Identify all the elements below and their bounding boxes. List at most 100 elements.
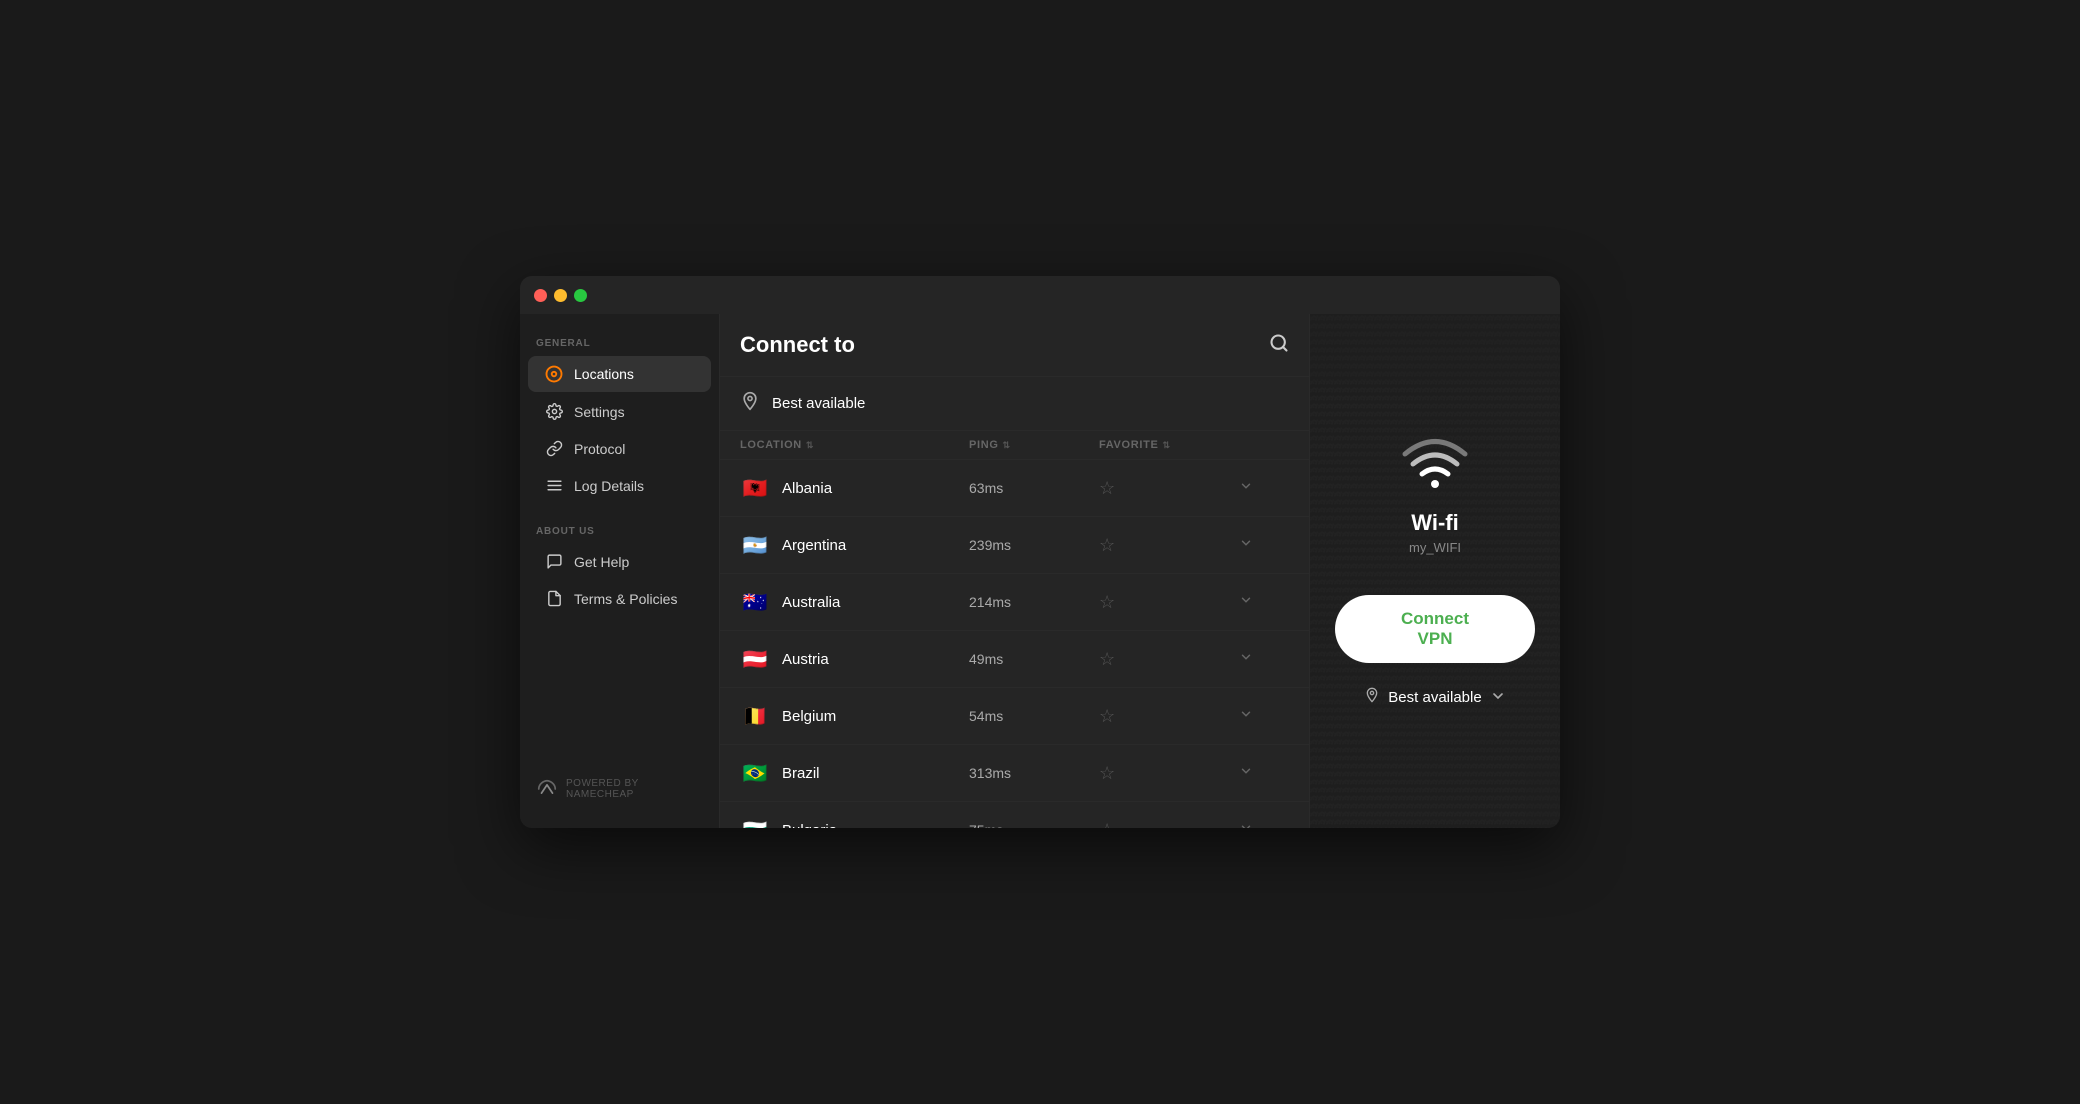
about-section-label: ABOUT US bbox=[520, 518, 719, 543]
favorite-sort-icon[interactable]: ⇅ bbox=[1162, 440, 1170, 451]
country-list: 🇦🇱 Albania 63ms ☆ 🇦🇷 Argentina 239ms bbox=[720, 460, 1309, 828]
expand-chevron-icon[interactable] bbox=[1239, 708, 1253, 724]
country-name-cell: 🇦🇱 Albania bbox=[740, 473, 969, 503]
location-panel: Connect to Best available bbox=[720, 314, 1310, 828]
ping-value: 239ms bbox=[969, 537, 1099, 553]
table-row[interactable]: 🇧🇬 Bulgaria 75ms ☆ bbox=[720, 802, 1309, 828]
favorite-star-icon[interactable]: ☆ bbox=[1099, 763, 1115, 783]
sidebar-item-terms[interactable]: Terms & Policies bbox=[528, 581, 711, 616]
col-header-favorite: FAVORITE ⇅ bbox=[1099, 439, 1239, 451]
expand-chevron-icon[interactable] bbox=[1239, 480, 1253, 496]
sidebar-item-protocol[interactable]: Protocol bbox=[528, 431, 711, 466]
favorite-cell: ☆ bbox=[1099, 649, 1239, 670]
flag-icon: 🇧🇷 bbox=[740, 758, 770, 788]
sidebar-item-log-details[interactable]: Log Details bbox=[528, 468, 711, 503]
connect-vpn-button[interactable]: Connect VPN bbox=[1335, 595, 1535, 663]
flag-icon: 🇦🇷 bbox=[740, 530, 770, 560]
col-header-location: LOCATION ⇅ bbox=[740, 439, 969, 451]
expand-chevron-icon[interactable] bbox=[1239, 822, 1253, 829]
favorite-star-icon[interactable]: ☆ bbox=[1099, 592, 1115, 612]
country-name: Argentina bbox=[782, 537, 846, 554]
ping-value: 313ms bbox=[969, 765, 1099, 781]
country-name: Australia bbox=[782, 594, 840, 611]
country-name: Albania bbox=[782, 480, 832, 497]
sidebar-item-protocol-label: Protocol bbox=[574, 441, 625, 457]
best-available-pin-icon bbox=[740, 391, 760, 416]
minimize-button[interactable] bbox=[554, 289, 567, 302]
favorite-star-icon[interactable]: ☆ bbox=[1099, 649, 1115, 669]
expand-chevron-icon[interactable] bbox=[1239, 765, 1253, 781]
sidebar-item-log-details-label: Log Details bbox=[574, 478, 644, 494]
traffic-lights bbox=[534, 289, 587, 302]
expand-cell bbox=[1239, 764, 1289, 783]
sidebar-item-settings[interactable]: Settings bbox=[528, 394, 711, 429]
location-sort-icon[interactable]: ⇅ bbox=[806, 440, 814, 451]
location-header: Connect to bbox=[720, 314, 1309, 377]
table-row[interactable]: 🇧🇪 Belgium 54ms ☆ bbox=[720, 688, 1309, 745]
country-name-cell: 🇦🇹 Austria bbox=[740, 644, 969, 674]
sidebar-item-locations[interactable]: Locations bbox=[528, 356, 711, 392]
favorite-star-icon[interactable]: ☆ bbox=[1099, 478, 1115, 498]
wifi-icon-area bbox=[1400, 434, 1470, 494]
location-pin-icon bbox=[1364, 687, 1380, 708]
table-row[interactable]: 🇦🇱 Albania 63ms ☆ bbox=[720, 460, 1309, 517]
best-available-row[interactable]: Best available bbox=[720, 377, 1309, 431]
country-name-cell: 🇧🇬 Bulgaria bbox=[740, 815, 969, 828]
flag-icon: 🇦🇹 bbox=[740, 644, 770, 674]
expand-chevron-icon[interactable] bbox=[1239, 537, 1253, 553]
favorite-cell: ☆ bbox=[1099, 478, 1239, 499]
app-window: GENERAL Locations Settings bbox=[520, 276, 1560, 828]
wifi-label: Wi-fi bbox=[1411, 510, 1458, 536]
maximize-button[interactable] bbox=[574, 289, 587, 302]
favorite-star-icon[interactable]: ☆ bbox=[1099, 535, 1115, 555]
get-help-icon bbox=[544, 553, 564, 570]
table-row[interactable]: 🇦🇺 Australia 214ms ☆ bbox=[720, 574, 1309, 631]
favorite-cell: ☆ bbox=[1099, 592, 1239, 613]
country-name-cell: 🇦🇺 Australia bbox=[740, 587, 969, 617]
expand-chevron-icon[interactable] bbox=[1239, 594, 1253, 610]
locations-icon bbox=[544, 365, 564, 383]
country-name: Brazil bbox=[782, 765, 820, 782]
search-button[interactable] bbox=[1269, 333, 1289, 358]
wifi-network-name: my_WIFI bbox=[1409, 540, 1461, 555]
expand-cell bbox=[1239, 536, 1289, 555]
table-row[interactable]: 🇦🇷 Argentina 239ms ☆ bbox=[720, 517, 1309, 574]
ping-value: 75ms bbox=[969, 822, 1099, 828]
flag-icon: 🇧🇬 bbox=[740, 815, 770, 828]
title-bar bbox=[520, 276, 1560, 314]
flag-icon: 🇦🇺 bbox=[740, 587, 770, 617]
col-header-ping: PING ⇅ bbox=[969, 439, 1099, 451]
expand-cell bbox=[1239, 479, 1289, 498]
flag-icon: 🇦🇱 bbox=[740, 473, 770, 503]
expand-cell bbox=[1239, 650, 1289, 669]
column-headers: LOCATION ⇅ PING ⇅ FAVORITE ⇅ bbox=[720, 431, 1309, 460]
log-details-icon bbox=[544, 477, 564, 494]
terms-icon bbox=[544, 590, 564, 607]
namecheap-logo bbox=[536, 778, 558, 800]
expand-cell bbox=[1239, 821, 1289, 829]
settings-icon bbox=[544, 403, 564, 420]
sidebar-item-locations-label: Locations bbox=[574, 366, 634, 382]
general-section-label: GENERAL bbox=[520, 330, 719, 355]
favorite-cell: ☆ bbox=[1099, 820, 1239, 829]
country-name: Bulgaria bbox=[782, 822, 837, 829]
ping-sort-icon[interactable]: ⇅ bbox=[1003, 440, 1011, 451]
country-name-cell: 🇦🇷 Argentina bbox=[740, 530, 969, 560]
sidebar-item-get-help[interactable]: Get Help bbox=[528, 544, 711, 579]
expand-chevron-icon[interactable] bbox=[1239, 651, 1253, 667]
close-button[interactable] bbox=[534, 289, 547, 302]
location-panel-title: Connect to bbox=[740, 332, 855, 358]
favorite-star-icon[interactable]: ☆ bbox=[1099, 820, 1115, 829]
location-selector-chevron-icon bbox=[1490, 688, 1506, 707]
favorite-star-icon[interactable]: ☆ bbox=[1099, 706, 1115, 726]
wifi-icon bbox=[1400, 434, 1470, 489]
expand-cell bbox=[1239, 593, 1289, 612]
powered-by-text: POWERED BY NAMECHEAP bbox=[566, 778, 703, 800]
ping-value: 214ms bbox=[969, 594, 1099, 610]
ping-value: 63ms bbox=[969, 480, 1099, 496]
table-row[interactable]: 🇦🇹 Austria 49ms ☆ bbox=[720, 631, 1309, 688]
best-available-label: Best available bbox=[772, 395, 865, 412]
table-row[interactable]: 🇧🇷 Brazil 313ms ☆ bbox=[720, 745, 1309, 802]
location-selector[interactable]: Best available bbox=[1364, 687, 1505, 708]
country-name: Austria bbox=[782, 651, 829, 668]
